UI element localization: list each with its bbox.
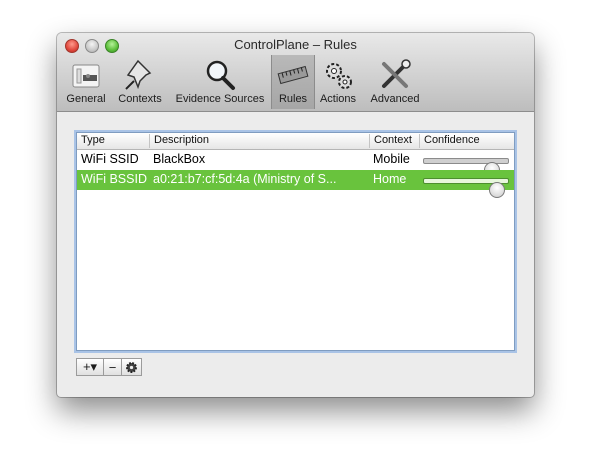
- cell-description: BlackBox: [153, 152, 206, 166]
- cell-type: WiFi SSID: [81, 152, 139, 166]
- confidence-slider[interactable]: [423, 178, 509, 198]
- rules-table[interactable]: Type Description Context Confidence WiFi…: [76, 132, 515, 351]
- tab-label: Actions: [319, 93, 357, 105]
- ruler-icon: [277, 65, 309, 85]
- gear-icon: [126, 361, 137, 373]
- tab-evidence-sources[interactable]: Evidence Sources: [171, 55, 269, 109]
- column-header-confidence[interactable]: Confidence: [419, 134, 514, 148]
- pushpin-icon: [125, 59, 152, 90]
- tab-actions[interactable]: Actions: [315, 55, 361, 109]
- tab-rules[interactable]: Rules: [271, 55, 315, 109]
- tools-icon: [382, 59, 411, 88]
- tab-label: Evidence Sources: [175, 93, 265, 105]
- settings-button[interactable]: [121, 358, 142, 376]
- preferences-window: ControlPlane – Rules General Contexts Ev…: [57, 33, 534, 397]
- table-header: Type Description Context Confidence: [77, 133, 514, 150]
- switch-icon: [72, 64, 100, 88]
- tab-contexts[interactable]: Contexts: [112, 55, 168, 109]
- tab-label: Contexts: [118, 93, 162, 105]
- cell-type: WiFi BSSID: [81, 172, 147, 186]
- table-row[interactable]: WiFi BSSID a0:21:b7:cf:5d:4a (Ministry o…: [77, 170, 514, 198]
- cell-description: a0:21:b7:cf:5d:4a (Ministry of S...: [153, 172, 337, 186]
- cell-context: Mobile: [373, 152, 410, 166]
- gears-icon: [326, 63, 352, 89]
- add-rule-button[interactable]: +▾: [76, 358, 104, 376]
- cell-context: Home: [373, 172, 407, 186]
- confidence-slider[interactable]: [423, 158, 509, 178]
- column-header-description[interactable]: Description: [149, 134, 369, 148]
- table-row[interactable]: WiFi SSID BlackBox Mobile: [77, 150, 514, 178]
- tab-label: Rules: [278, 93, 308, 105]
- magnifier-icon: [206, 60, 235, 90]
- column-header-context[interactable]: Context: [369, 134, 419, 148]
- remove-rule-button[interactable]: −: [103, 358, 122, 376]
- slider-knob[interactable]: [489, 182, 505, 198]
- column-header-type[interactable]: Type: [77, 134, 149, 148]
- tab-general[interactable]: General: [62, 55, 110, 109]
- title-bar: ControlPlane – Rules General Contexts Ev…: [57, 33, 534, 112]
- tab-label: General: [66, 93, 106, 105]
- tab-advanced[interactable]: Advanced: [365, 55, 425, 109]
- window-title: ControlPlane – Rules: [234, 37, 357, 52]
- tab-label: Advanced: [370, 93, 420, 105]
